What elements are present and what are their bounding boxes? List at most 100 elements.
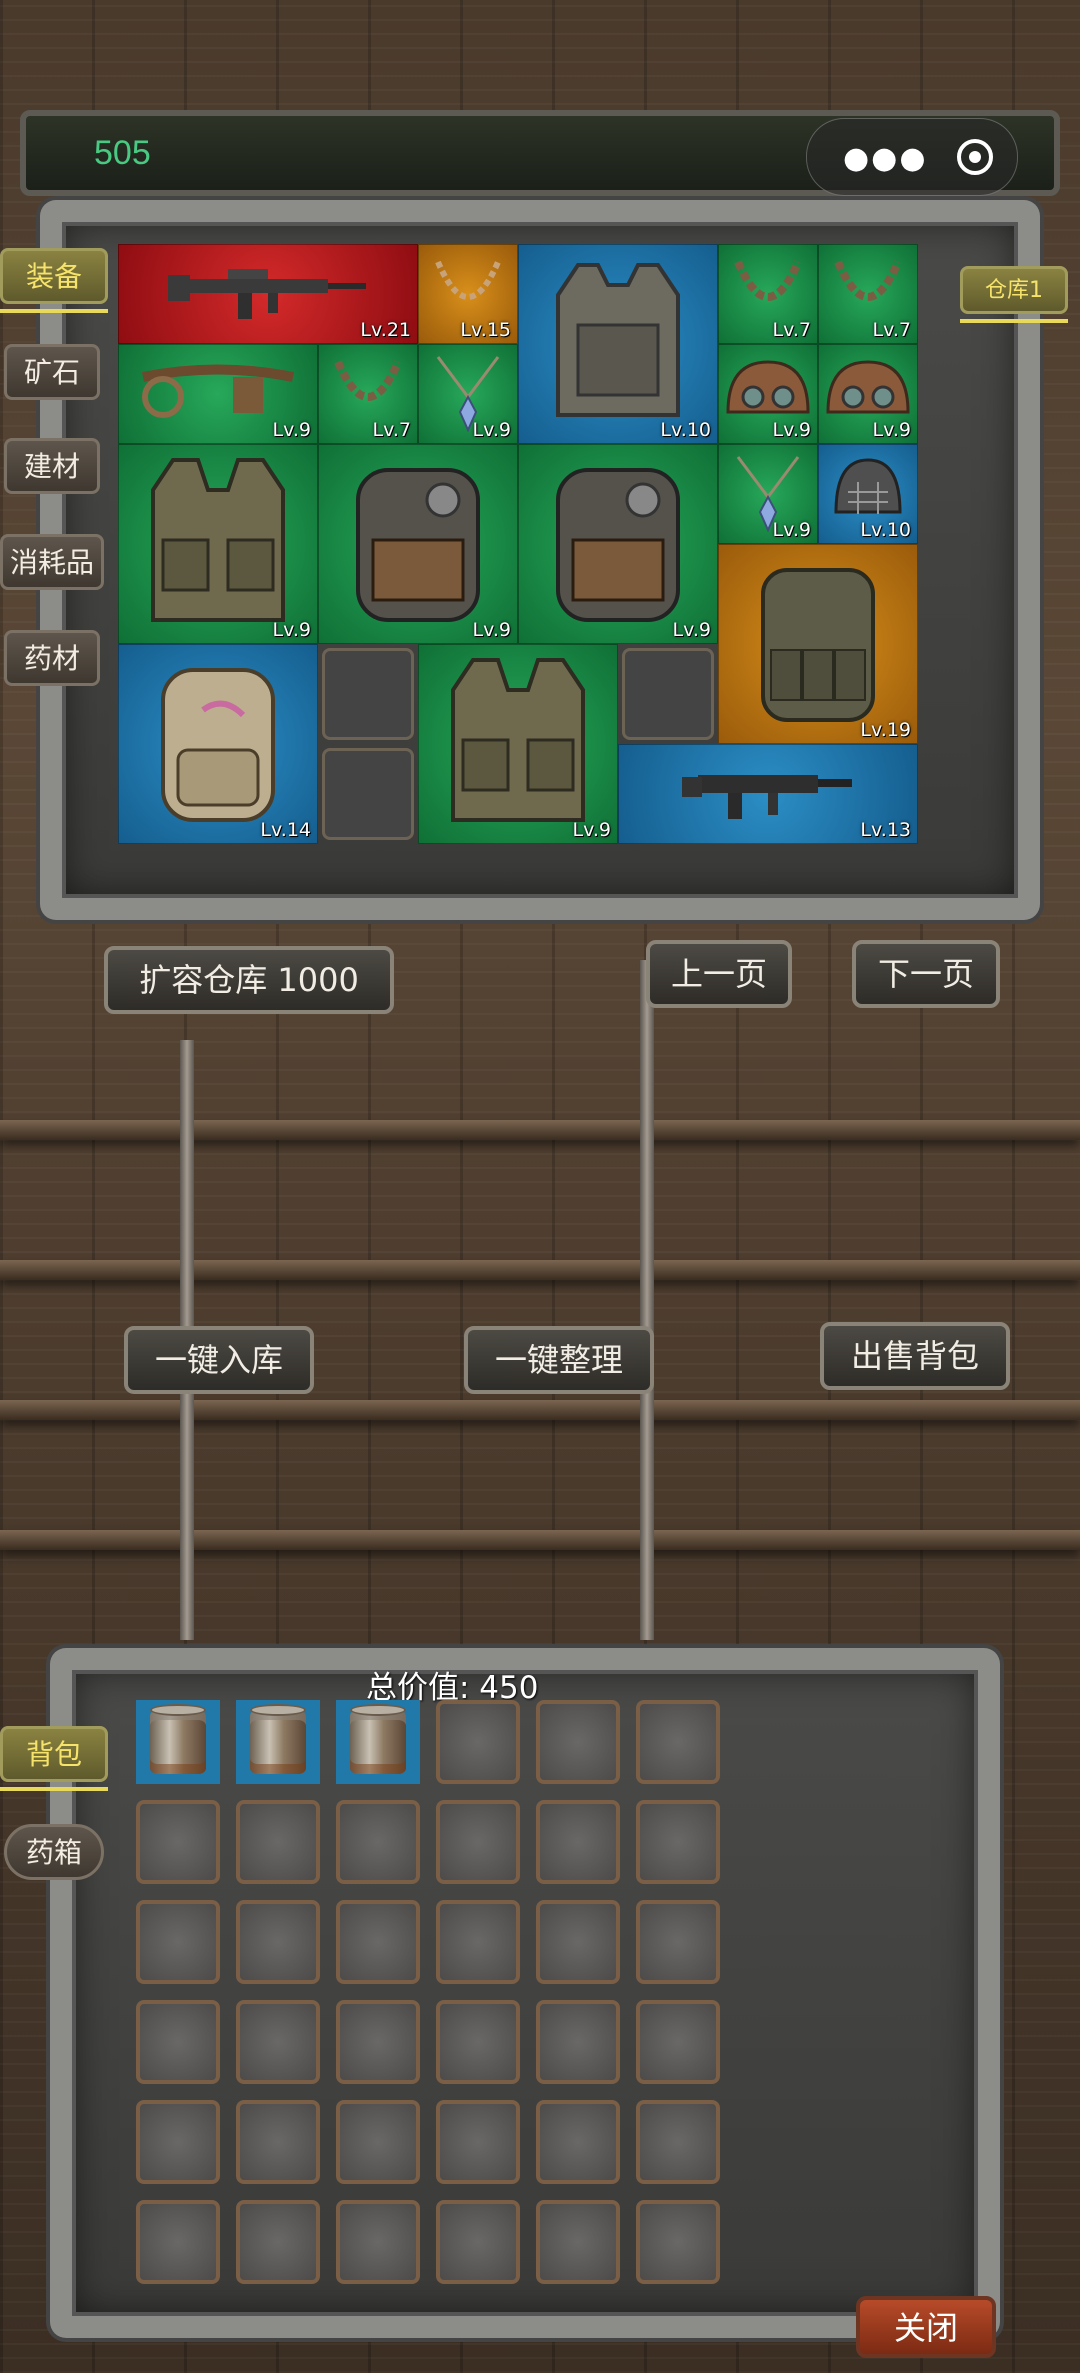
necklace-item[interactable]: Lv.7 [718, 244, 818, 344]
rifle-item[interactable]: Lv.21 [118, 244, 418, 344]
camo-backpack-item[interactable]: Lv.14 [118, 644, 318, 844]
bag-slot[interactable] [636, 2200, 720, 2284]
coin-count: 505 [94, 134, 151, 172]
bag-slot[interactable] [636, 1800, 720, 1884]
tab-consumables[interactable]: 消耗品 [0, 534, 104, 590]
empty-slot[interactable] [622, 648, 714, 740]
tab-medkit[interactable]: 药箱 [4, 1824, 104, 1880]
tactical-vest-icon [151, 458, 285, 623]
belt-item[interactable]: Lv.9 [118, 344, 318, 444]
tool-backpack-item[interactable]: Lv.9 [518, 444, 718, 644]
necklace-item[interactable]: Lv.7 [318, 344, 418, 444]
bag-slot[interactable] [236, 2000, 320, 2084]
tin-can-icon [350, 1710, 406, 1774]
tin-can-lid [150, 1704, 206, 1716]
rifle-icon [168, 269, 366, 320]
bag-slot[interactable] [236, 2200, 320, 2284]
bag-slot[interactable] [536, 1900, 620, 1984]
bag-slot[interactable] [436, 2200, 520, 2284]
military-backpack-item[interactable]: Lv.19 [718, 544, 918, 744]
camo-backpack-icon [161, 668, 275, 823]
bag-slot[interactable] [536, 1800, 620, 1884]
tab-warehouse-1[interactable]: 仓库1 [960, 266, 1068, 323]
bag-slot[interactable] [136, 2200, 220, 2284]
empty-slot[interactable] [322, 748, 414, 840]
shelf [0, 1400, 1080, 1420]
helmet-icon [826, 360, 910, 414]
bag-slot[interactable] [136, 1900, 220, 1984]
empty-slot[interactable] [322, 648, 414, 740]
bag-slot[interactable] [236, 2100, 320, 2184]
expand-warehouse-button[interactable]: 扩容仓库 1000 [104, 946, 394, 1014]
bag-slot[interactable] [436, 1900, 520, 1984]
tactical-vest-icon [451, 658, 585, 823]
helmet-item[interactable]: Lv.9 [718, 344, 818, 444]
bag-slot[interactable] [136, 1800, 220, 1884]
bag-slot[interactable] [636, 2100, 720, 2184]
bag-slot[interactable] [336, 1800, 420, 1884]
bag-slot[interactable] [536, 1700, 620, 1784]
tin-can-icon [150, 1710, 206, 1774]
tab-equipment[interactable]: 装备 [0, 248, 108, 313]
armor-vest-item[interactable]: Lv.10 [518, 244, 718, 444]
tab-ore[interactable]: 矿石 [4, 344, 100, 400]
cage-helmet-item[interactable]: Lv.10 [818, 444, 918, 544]
tab-herbs[interactable]: 药材 [4, 630, 100, 686]
bag-slot[interactable] [436, 1800, 520, 1884]
bag-slot[interactable] [536, 2000, 620, 2084]
bag-slot[interactable] [136, 2000, 220, 2084]
smg-item[interactable]: Lv.13 [618, 744, 918, 844]
crystal-pendant-item[interactable]: Lv.9 [718, 444, 818, 544]
bag-slot[interactable] [436, 1700, 520, 1784]
shelf [0, 1120, 1080, 1140]
shelf [0, 1530, 1080, 1550]
tab-bag[interactable]: 背包 [0, 1726, 108, 1791]
sort-all-button[interactable]: 一键整理 [464, 1326, 654, 1394]
bag-slot[interactable] [336, 2000, 420, 2084]
tool-backpack-icon [556, 468, 680, 623]
tin-can-lid [250, 1704, 306, 1716]
bag-slot[interactable] [336, 2200, 420, 2284]
bag-slot[interactable] [636, 1700, 720, 1784]
helmet-item[interactable]: Lv.9 [818, 344, 918, 444]
warehouse-grid: Lv.21 Lv.15 Lv.10 Lv.7 Lv.7 Lv.9 Lv.7 Lv… [118, 244, 918, 844]
bag-slot[interactable] [436, 2100, 520, 2184]
bag-slot[interactable] [636, 1900, 720, 1984]
armor-vest-icon [556, 263, 680, 418]
previous-page-button[interactable]: 上一页 [646, 940, 792, 1008]
bag-slot[interactable] [236, 1900, 320, 1984]
more-icon[interactable]: ●●● [843, 141, 928, 176]
bag-slot[interactable] [236, 1800, 320, 1884]
sell-bag-button[interactable]: 出售背包 [820, 1322, 1010, 1390]
bag-slot[interactable] [436, 2000, 520, 2084]
tin-can-lid [350, 1704, 406, 1716]
bag-slot-filled[interactable] [336, 1700, 420, 1784]
bag-slot[interactable] [636, 2000, 720, 2084]
necklace-item[interactable]: Lv.7 [818, 244, 918, 344]
necklace-item[interactable]: Lv.15 [418, 244, 518, 344]
next-page-button[interactable]: 下一页 [852, 940, 1000, 1008]
smg-icon [682, 775, 852, 820]
tactical-vest-item[interactable]: Lv.9 [118, 444, 318, 644]
shelf [0, 1260, 1080, 1280]
bag-slot[interactable] [336, 2100, 420, 2184]
bag-slot-filled[interactable] [136, 1700, 220, 1784]
close-button[interactable]: 关闭 [856, 2296, 996, 2358]
bag-slot[interactable] [536, 2100, 620, 2184]
belt-icon [142, 364, 294, 419]
crystal-pendant-item[interactable]: Lv.9 [418, 344, 518, 444]
store-all-button[interactable]: 一键入库 [124, 1326, 314, 1394]
close-target-icon[interactable] [957, 139, 993, 175]
bag-slot[interactable] [536, 2200, 620, 2284]
tactical-vest-item[interactable]: Lv.9 [418, 644, 618, 844]
military-backpack-icon [761, 568, 875, 723]
tool-backpack-item[interactable]: Lv.9 [318, 444, 518, 644]
bag-slot[interactable] [336, 1900, 420, 1984]
miniprogram-capsule[interactable]: ●●● [806, 118, 1018, 196]
tab-building-materials[interactable]: 建材 [4, 438, 100, 494]
helmet-icon [726, 360, 810, 414]
tool-backpack-icon [356, 468, 480, 623]
bag-slot[interactable] [136, 2100, 220, 2184]
bag-slot-filled[interactable] [236, 1700, 320, 1784]
tin-can-icon [250, 1710, 306, 1774]
